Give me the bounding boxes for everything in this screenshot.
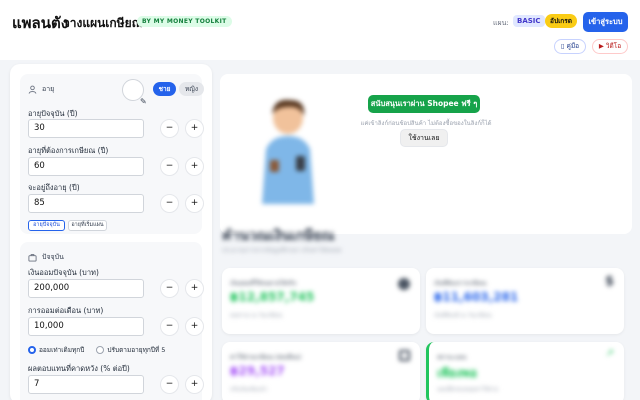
upgrade-button[interactable]: อัปเกรด bbox=[545, 14, 577, 28]
current-age-minus-button[interactable]: − bbox=[160, 119, 179, 138]
guide-button-label: คู่มือ bbox=[566, 42, 580, 50]
brand-subtitle: วางแผนเกษียณ bbox=[63, 16, 143, 30]
login-button[interactable]: เข้าสู่ระบบ bbox=[583, 12, 628, 32]
savings-input[interactable]: 200,000 bbox=[28, 279, 144, 298]
radio-fixed[interactable] bbox=[28, 346, 36, 354]
retire-age-label: อายุที่ต้องการเกษียณ (ปี) bbox=[28, 146, 109, 155]
savings-label: เงินออมปัจจุบัน (บาท) bbox=[28, 268, 99, 277]
monthly-saving-label: การออมต่อเดือน (บาท) bbox=[28, 306, 104, 315]
current-age-plus-button[interactable]: + bbox=[185, 119, 204, 138]
card-note: ยอดรวม ณ วันเกษียณ bbox=[230, 313, 283, 319]
card-note: เงินที่ต้องมี ณ วันเกษียณ bbox=[434, 313, 492, 319]
play-icon: ▶ bbox=[598, 42, 606, 50]
gender-male-button[interactable]: ชาย bbox=[153, 82, 176, 96]
card-value: ฿29,527 bbox=[230, 364, 285, 378]
current-age-input[interactable]: 30 bbox=[28, 119, 144, 138]
return-label: ผลตอบแทนที่คาดหวัง (% ต่อปี) bbox=[28, 364, 130, 373]
dollar-icon: $ bbox=[604, 274, 614, 289]
app-header: แพลนตัง วางแผนเกษียณ BY MY MONEY TOOLKIT… bbox=[0, 0, 640, 60]
card-value: เพียงพอ bbox=[437, 366, 478, 380]
monthly-saving-plus-button[interactable]: + bbox=[185, 317, 204, 336]
mascot-illustration bbox=[262, 99, 314, 204]
trend-up-icon: ↗ bbox=[605, 348, 614, 359]
result-card-target: เงินที่ต้องการเกษียณ ฿11,603,281 เงินที่… bbox=[426, 268, 624, 334]
plan-mode-label: แผน: bbox=[493, 19, 509, 27]
current-section: ปัจจุบัน เงินออมปัจจุบัน (บาท) 200,000 −… bbox=[20, 242, 204, 400]
return-input[interactable]: 7 bbox=[28, 375, 144, 394]
calc-subtitle: ประมาณการจากข้อมูลที่กรอก ปรับค่าได้ตลอด bbox=[222, 247, 342, 254]
return-minus-button[interactable]: − bbox=[160, 375, 179, 394]
card-title: เงินออมที่ใช้จนตายได้จริง bbox=[230, 280, 297, 287]
savings-minus-button[interactable]: − bbox=[160, 279, 179, 298]
current-section-header: ปัจจุบัน bbox=[28, 252, 64, 263]
brand-title[interactable]: แพลนตัง bbox=[12, 11, 68, 35]
result-card-savings: เงินออมที่ใช้จนตายได้จริง ฿12,857,745 ยอ… bbox=[222, 268, 420, 334]
card-value: ฿11,603,281 bbox=[434, 290, 519, 304]
life-age-minus-button[interactable]: − bbox=[160, 194, 179, 213]
monthly-saving-minus-button[interactable]: − bbox=[160, 317, 179, 336]
radio-fixed-label[interactable]: ออมเท่าเดิมทุกปี bbox=[39, 345, 84, 355]
life-age-plus-button[interactable]: + bbox=[185, 194, 204, 213]
use-now-button[interactable]: ใช้งานเลย bbox=[400, 129, 448, 147]
user-icon bbox=[28, 85, 37, 94]
gender-female-button[interactable]: หญิง bbox=[179, 82, 204, 96]
retire-age-input[interactable]: 60 bbox=[28, 157, 144, 176]
monthly-saving-input[interactable]: 10,000 bbox=[28, 317, 144, 336]
card-title: สถานะแผน bbox=[437, 354, 467, 361]
plan-mode-badge: BASIC bbox=[513, 15, 545, 27]
chip-start-age[interactable]: อายุที่เริ่มแผน bbox=[68, 220, 107, 231]
brand-tag: BY MY MONEY TOOLKIT bbox=[137, 16, 232, 27]
result-card-expense: ค่าใช้จ่ายเกษียณ (ต่อเดือน) ฿29,527 ปรับ… bbox=[222, 342, 420, 400]
return-plus-button[interactable]: + bbox=[185, 375, 204, 394]
radio-adjust-label[interactable]: ปรับตามอายุทุกปีที่ 5 bbox=[107, 345, 165, 355]
calc-title: คำนวณเงินเกษียณ bbox=[222, 228, 335, 244]
video-button-label: วิดีโอ bbox=[605, 42, 622, 50]
chip-current-age[interactable]: อายุปัจจุบัน bbox=[28, 220, 65, 231]
retire-age-minus-button[interactable]: − bbox=[160, 157, 179, 176]
life-age-input[interactable]: 85 bbox=[28, 194, 144, 213]
calendar-icon bbox=[399, 350, 410, 361]
card-note: ปรับเงินเฟ้อแล้ว bbox=[230, 387, 268, 393]
radio-adjust[interactable] bbox=[96, 346, 105, 354]
shopee-support-button[interactable]: สนับสนุนเราผ่าน Shopee ฟรี ๆ bbox=[368, 95, 480, 113]
video-button[interactable]: ▶ วิดีโอ bbox=[592, 39, 628, 54]
age-section-header: อายุ bbox=[28, 84, 54, 95]
card-note: แผนนี้ครอบคลุมค่าใช้จ่าย bbox=[437, 387, 499, 393]
briefcase-icon bbox=[28, 254, 37, 262]
guide-button[interactable]: ▯ คู่มือ bbox=[554, 39, 586, 54]
card-title: ค่าใช้จ่ายเกษียณ (ต่อเดือน) bbox=[230, 354, 302, 361]
age-section: อายุ ✎ ชาย หญิง อายุปัจจุบัน (ปี) 30 − +… bbox=[20, 74, 204, 234]
shopee-note: แค่เข้าลิงก์ก่อนช้อปสินค้า ไม่ต้องซื้อขอ… bbox=[360, 120, 492, 127]
savings-plus-button[interactable]: + bbox=[185, 279, 204, 298]
age-section-title: อายุ bbox=[42, 85, 55, 93]
retire-age-plus-button[interactable]: + bbox=[185, 157, 204, 176]
trophy-icon bbox=[398, 278, 410, 290]
input-panel: อายุ ✎ ชาย หญิง อายุปัจจุบัน (ปี) 30 − +… bbox=[10, 64, 212, 400]
pencil-icon[interactable]: ✎ bbox=[140, 97, 147, 106]
saving-mode-group: ออมเท่าเดิมทุกปี ปรับตามอายุทุกปีที่ 5 bbox=[28, 345, 165, 355]
result-card-status: สถานะแผน เพียงพอ แผนนี้ครอบคลุมค่าใช้จ่า… bbox=[426, 342, 624, 400]
card-value: ฿12,857,745 bbox=[230, 290, 315, 304]
card-title: เงินที่ต้องการเกษียณ bbox=[434, 280, 487, 287]
current-section-title: ปัจจุบัน bbox=[42, 253, 64, 261]
life-age-label: จะอยู่ถึงอายุ (ปี) bbox=[28, 183, 80, 192]
